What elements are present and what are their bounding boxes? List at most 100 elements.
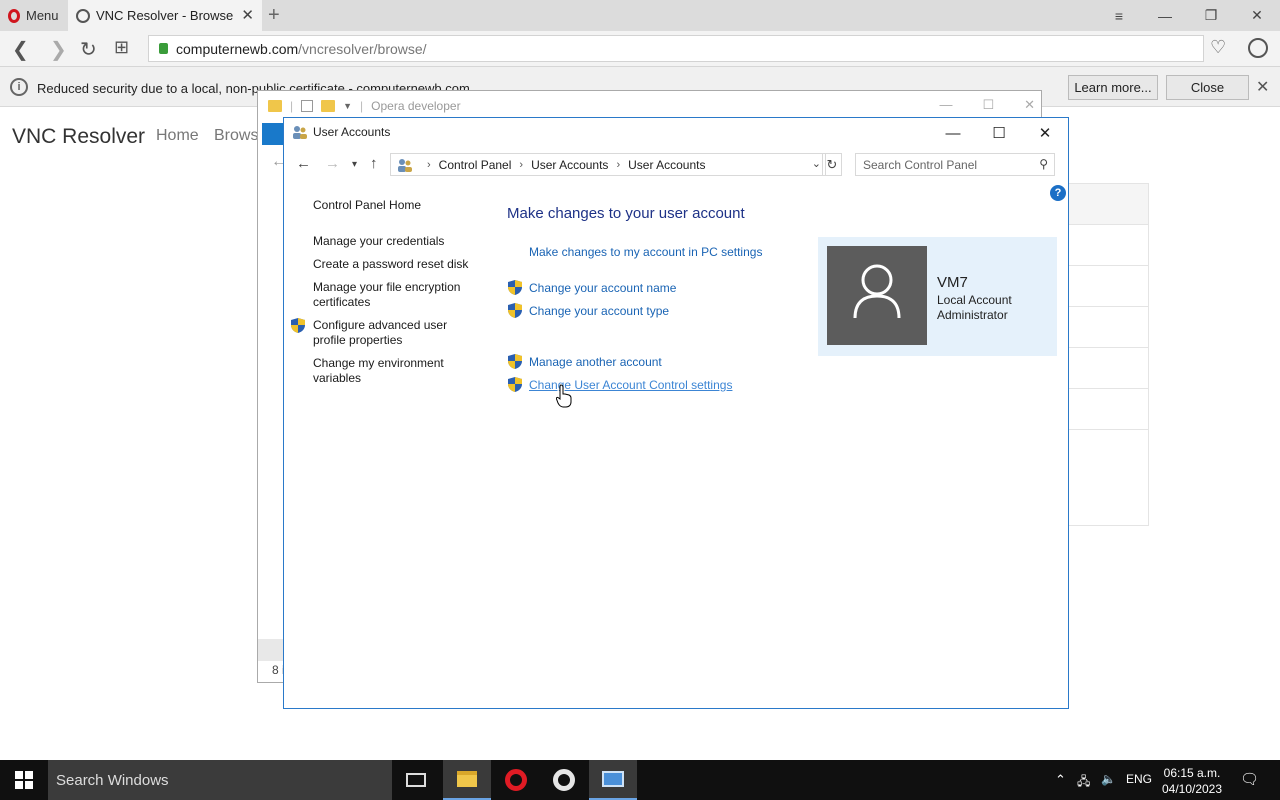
password-reset-disk-link[interactable]: Create a password reset disk <box>313 257 483 272</box>
taskbar-search-box[interactable]: Search Windows <box>48 760 392 800</box>
browser-tab-bar: Menu VNC Resolver - Browse ✕ + ≡ — ❐ ✕ <box>0 0 1280 31</box>
uac-shield-icon <box>508 303 522 318</box>
close-infobar-button[interactable]: Close <box>1166 75 1249 100</box>
browser-tab[interactable]: VNC Resolver - Browse ✕ <box>68 0 262 31</box>
up-icon[interactable]: ↑ <box>370 155 378 172</box>
page-heading: Make changes to your user account <box>507 205 745 222</box>
language-indicator[interactable]: ENG <box>1126 772 1152 786</box>
pc-settings-link[interactable]: Make changes to my account in PC setting… <box>529 245 762 259</box>
table-row <box>1069 266 1148 307</box>
change-account-type-link[interactable]: Change your account type <box>529 304 669 318</box>
horizontal-scrollbar[interactable] <box>258 639 285 661</box>
task-view-icon[interactable] <box>392 760 440 800</box>
tab-menu-icon[interactable]: ≡ <box>1096 0 1142 31</box>
manage-credentials-link[interactable]: Manage your credentials <box>313 234 483 249</box>
account-icon[interactable] <box>1248 38 1268 58</box>
ua-window-controls: — ☐ ✕ <box>930 118 1068 148</box>
environment-variables-link[interactable]: Change my environment variables <box>313 356 483 386</box>
control-panel-icon <box>398 158 412 172</box>
forward-icon[interactable]: ❯ <box>50 37 67 62</box>
control-panel-taskbar-icon[interactable] <box>589 760 637 800</box>
search-control-panel-input[interactable]: Search Control Panel ⚲ <box>855 153 1055 176</box>
avatar <box>827 246 927 345</box>
uac-shield-icon <box>291 318 305 333</box>
breadcrumb-separator[interactable]: › <box>616 159 620 171</box>
minimize-icon[interactable]: — <box>939 97 952 113</box>
search-placeholder: Search Control Panel <box>863 157 978 172</box>
ua-navigation-bar: ← → ▾ ↑ › Control Panel › User Accounts … <box>284 151 1068 179</box>
reload-icon[interactable]: ↻ <box>80 37 97 62</box>
windows-start-icon[interactable] <box>15 771 33 789</box>
breadcrumb-user-accounts[interactable]: User Accounts <box>531 158 608 172</box>
tab-close-icon[interactable]: ✕ <box>241 6 254 24</box>
tab-title: VNC Resolver - Browse <box>96 8 234 23</box>
learn-more-button[interactable]: Learn more... <box>1068 75 1158 100</box>
file-encryption-link[interactable]: Manage your file encryption certificates <box>313 280 483 310</box>
close-icon[interactable]: ✕ <box>1022 118 1068 148</box>
heart-icon[interactable]: ♡ <box>1210 37 1226 58</box>
url-field[interactable]: computernewb.com/vncresolver/browse/ <box>148 35 1204 62</box>
search-icon[interactable]: ⚲ <box>1039 157 1048 171</box>
uac-shield-icon <box>508 354 522 369</box>
change-account-name-link[interactable]: Change your account name <box>529 281 676 295</box>
recent-locations-icon[interactable]: ▾ <box>352 159 357 170</box>
file-explorer-icon[interactable] <box>443 760 491 800</box>
restore-icon[interactable]: ❐ <box>1188 0 1234 31</box>
site-title: VNC Resolver <box>12 125 146 148</box>
maximize-icon[interactable]: ☐ <box>976 118 1022 148</box>
account-role: Administrator <box>937 308 1008 322</box>
advanced-profile-link[interactable]: Configure advanced user profile properti… <box>313 318 483 348</box>
breadcrumb-separator[interactable]: › <box>427 159 431 171</box>
infobar-close-icon[interactable]: ✕ <box>1256 77 1269 97</box>
nav-home-link[interactable]: Home <box>156 127 199 145</box>
minimize-icon[interactable]: — <box>930 118 976 148</box>
minimize-icon[interactable]: — <box>1142 0 1188 31</box>
table-row <box>1069 225 1148 266</box>
chevron-down-icon[interactable]: ⌄ <box>812 157 821 170</box>
maximize-icon[interactable]: ☐ <box>982 97 994 113</box>
new-tab-icon[interactable]: + <box>268 4 280 27</box>
breadcrumb-current[interactable]: User Accounts <box>628 158 705 172</box>
hand-cursor-icon <box>556 384 572 408</box>
table-row <box>1069 389 1148 430</box>
uac-shield-icon <box>508 280 522 295</box>
refresh-icon[interactable]: ↻ <box>822 153 842 176</box>
network-icon[interactable]: 🖧 <box>1077 772 1090 793</box>
breadcrumb-control-panel[interactable]: Control Panel <box>439 158 512 172</box>
user-avatar-icon <box>853 264 901 319</box>
opera-menu-label: Menu <box>26 8 59 23</box>
opera-menu-button[interactable]: Menu <box>0 0 68 31</box>
taskbar: Search Windows ⌃ 🖧 🔈 ENG 06:15 a.m. 04/1… <box>0 760 1280 800</box>
properties-icon[interactable] <box>301 100 314 112</box>
clock-time: 06:15 a.m. <box>1163 766 1221 780</box>
account-name: VM7 <box>937 274 968 291</box>
chevron-up-icon[interactable]: ⌃ <box>1055 772 1066 788</box>
manage-another-account-link[interactable]: Manage another account <box>529 355 662 369</box>
close-icon[interactable]: ✕ <box>1234 0 1280 31</box>
url-domain: computernewb.com <box>176 40 299 57</box>
breadcrumb-separator[interactable]: › <box>519 159 523 171</box>
speed-dial-icon[interactable]: ⊞ <box>114 37 129 58</box>
forward-icon[interactable]: → <box>325 155 340 172</box>
account-card: VM7 Local Account Administrator <box>818 237 1057 356</box>
help-icon[interactable]: ? <box>1050 185 1066 201</box>
back-icon[interactable]: ❮ <box>12 37 29 62</box>
volume-muted-icon[interactable]: 🔈 <box>1101 772 1116 786</box>
user-accounts-icon <box>293 126 307 139</box>
quick-access-dropdown-icon[interactable]: ▼ <box>343 101 352 111</box>
address-bar: ❮ ❯ ↻ ⊞ computernewb.com/vncresolver/bro… <box>0 31 1280 67</box>
breadcrumb[interactable]: › Control Panel › User Accounts › User A… <box>390 153 826 176</box>
opera-icon[interactable] <box>540 760 588 800</box>
browser-window-controls: ≡ — ❐ ✕ <box>1096 0 1280 31</box>
explorer-title: Opera developer <box>371 99 461 113</box>
opera-developer-icon[interactable] <box>492 760 540 800</box>
close-icon[interactable]: ✕ <box>1024 97 1035 113</box>
clock[interactable]: 06:15 a.m. 04/10/2023 <box>1156 765 1228 797</box>
account-type: Local Account <box>937 293 1012 307</box>
ua-title-bar: User Accounts — ☐ ✕ <box>284 118 1068 148</box>
control-panel-home-link[interactable]: Control Panel Home <box>313 198 483 213</box>
nav-browse-link[interactable]: Brows <box>214 127 258 145</box>
notifications-icon[interactable]: 🗨 <box>1240 770 1259 788</box>
back-icon[interactable]: ← <box>296 155 311 172</box>
new-folder-icon[interactable] <box>321 100 336 112</box>
